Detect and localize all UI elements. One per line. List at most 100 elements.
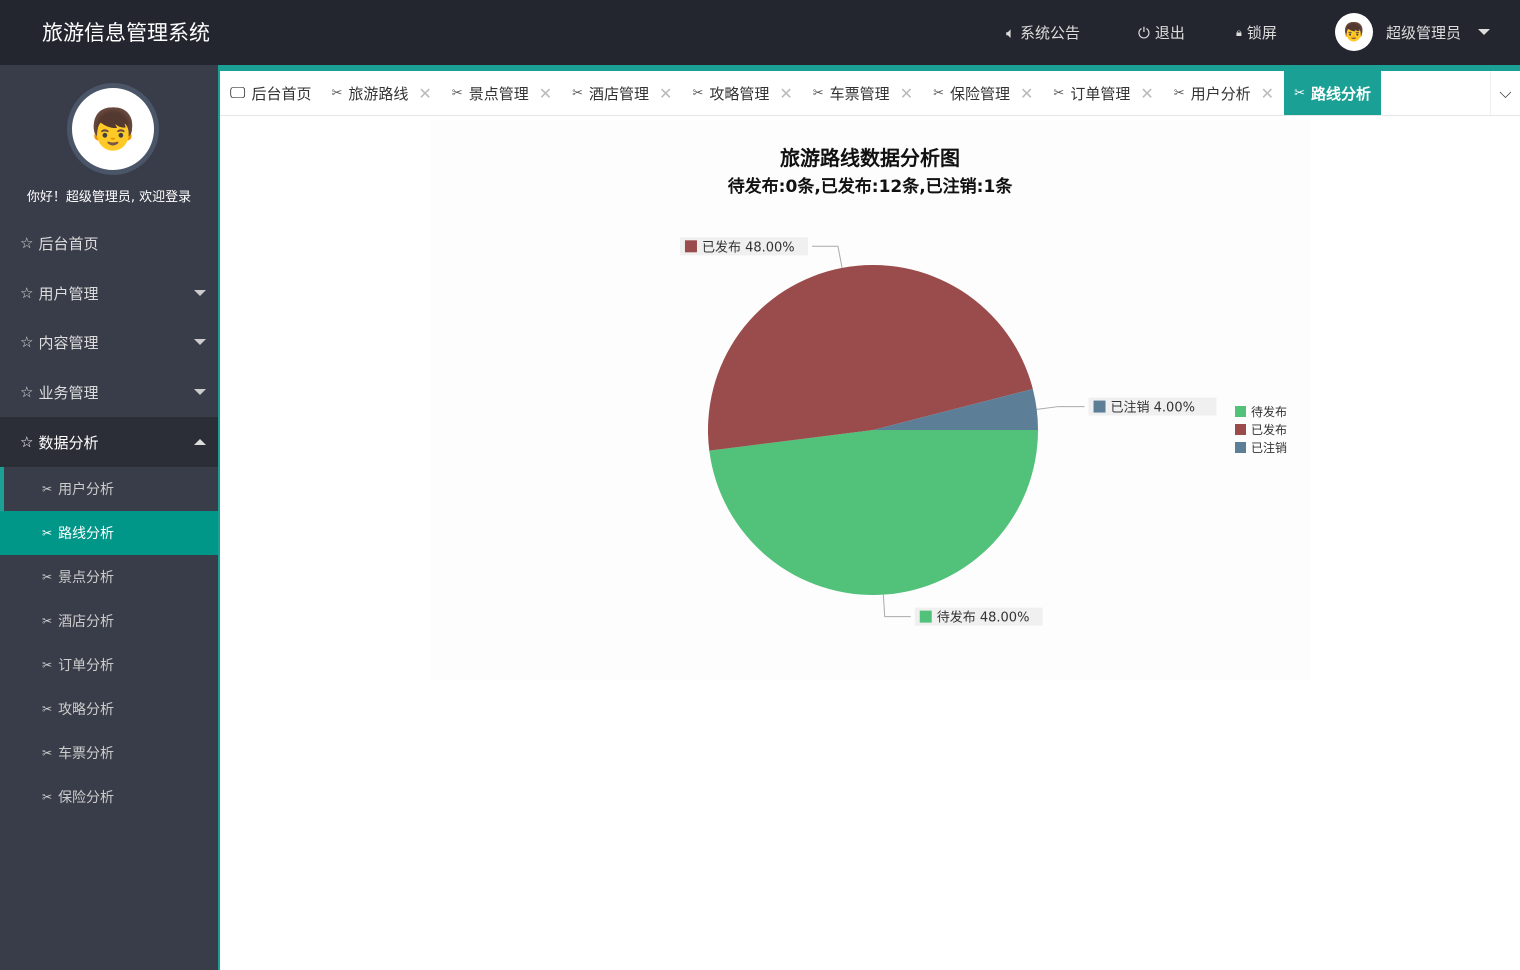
tab-hotel[interactable]: ✂ 酒店管理 ✕ (562, 71, 682, 115)
slice-label: 待发布 48.00% (937, 610, 1030, 626)
close-icon[interactable]: ✕ (659, 84, 672, 103)
tab-insurance[interactable]: ✂ 保险管理 ✕ (923, 71, 1043, 115)
close-icon[interactable]: ✕ (1020, 84, 1033, 103)
label-swatch (1093, 400, 1106, 413)
sidebar-subitem-insurance-analysis[interactable]: ✂ 保险分析 (0, 775, 218, 819)
label-leader-line (882, 594, 911, 618)
nav-label: 业务管理 (38, 383, 99, 402)
caret-up-icon (194, 439, 206, 445)
subnav-label: 保险分析 (58, 790, 115, 806)
tab-label: 后台首页 (251, 84, 312, 103)
top-header: 旅游信息管理系统 🔈︎ 系统公告 ⏻ 退出 🔒︎ 锁屏 👦 超级管理员 (0, 0, 1520, 65)
tools-icon: ✂ (692, 85, 704, 101)
slice-label: 已发布 48.00% (702, 239, 795, 255)
sidebar-item-users[interactable]: ☆ 用户管理 (0, 268, 218, 318)
lock-label: 锁屏 (1246, 24, 1277, 42)
subnav-label: 车票分析 (58, 746, 115, 762)
tab-routes[interactable]: ✂ 旅游路线 ✕ (321, 71, 441, 115)
lock-icon: 🔒︎ (1236, 25, 1242, 39)
user-menu[interactable]: 👦 超级管理员 (1335, 13, 1491, 51)
sidebar-subitem-ticket-analysis[interactable]: ✂ 车票分析 (0, 731, 218, 775)
sidebar-subitem-scenic-analysis[interactable]: ✂ 景点分析 (0, 555, 218, 599)
content-left-border (218, 65, 220, 970)
legend-swatch (1235, 442, 1246, 453)
sidebar-subitem-route-analysis[interactable]: ✂ 路线分析 (0, 511, 218, 555)
star-icon: ☆ (20, 234, 34, 252)
subnav-label: 攻略分析 (58, 702, 115, 718)
caret-down-icon (1478, 29, 1491, 35)
sidebar-item-home[interactable]: ☆ 后台首页 (0, 218, 218, 268)
sidebar-subitem-guide-analysis[interactable]: ✂ 攻略分析 (0, 687, 218, 731)
tab-label: 攻略管理 (709, 84, 770, 103)
close-icon[interactable]: ✕ (1261, 84, 1274, 103)
sidebar-subitem-user-analysis[interactable]: ✂ 用户分析 (4, 467, 218, 511)
logout-label: 退出 (1154, 24, 1185, 42)
tab-more-button[interactable]: ⌵ (1490, 71, 1520, 115)
avatar: 👦 (1335, 13, 1373, 51)
sidebar-item-analysis[interactable]: ☆ 数据分析 (0, 417, 218, 467)
tab-home[interactable]: 🖵 后台首页 (220, 71, 321, 115)
tab-scenic[interactable]: ✂ 景点管理 ✕ (442, 71, 562, 115)
caret-down-icon (194, 290, 206, 296)
tab-user-analysis[interactable]: ✂ 用户分析 ✕ (1164, 71, 1284, 115)
logout-button[interactable]: ⏻ 退出 (1138, 22, 1185, 43)
tools-icon: ✂ (42, 614, 53, 628)
power-icon: ⏻ (1138, 23, 1150, 42)
monitor-icon: 🖵 (230, 83, 246, 102)
notice-button[interactable]: 🔈︎ 系统公告 (1006, 22, 1080, 43)
caret-down-icon (194, 389, 206, 395)
tools-icon: ✂ (1294, 85, 1305, 101)
tab-label: 旅游路线 (348, 84, 409, 103)
close-icon[interactable]: ✕ (900, 84, 913, 103)
label-swatch (919, 610, 932, 623)
star-icon: ☆ (20, 333, 34, 351)
tab-label: 保险管理 (950, 84, 1011, 103)
lock-screen-button[interactable]: 🔒︎ 锁屏 (1236, 22, 1277, 43)
tab-ticket[interactable]: ✂ 车票管理 ✕ (803, 71, 923, 115)
label-leader-line (1036, 406, 1085, 410)
tools-icon: ✂ (1053, 85, 1065, 101)
tab-order[interactable]: ✂ 订单管理 ✕ (1043, 71, 1163, 115)
chart-panel: 旅游路线数据分析图 待发布:0条,已发布:12条,已注销:1条 待发布 48.0… (430, 120, 1310, 680)
close-icon[interactable]: ✕ (779, 84, 792, 103)
sidebar-subitem-order-analysis[interactable]: ✂ 订单分析 (0, 643, 218, 687)
star-icon: ☆ (20, 433, 34, 451)
tab-guide[interactable]: ✂ 攻略管理 ✕ (682, 71, 802, 115)
star-icon: ☆ (20, 284, 34, 302)
tools-icon: ✂ (572, 85, 584, 101)
close-icon[interactable]: ✕ (1140, 84, 1153, 103)
speaker-icon: 🔈︎ (1006, 23, 1016, 42)
sidebar-item-content[interactable]: ☆ 内容管理 (0, 317, 218, 367)
subnav-label: 景点分析 (58, 570, 115, 586)
sidebar-item-business[interactable]: ☆ 业务管理 (0, 367, 218, 417)
tab-route-analysis[interactable]: ✂ 路线分析 (1284, 71, 1381, 115)
sidebar: 👦 你好！超级管理员, 欢迎登录 ☆ 后台首页 ☆ 用户管理 ☆ 内容管理 ☆ 业务管理… (0, 65, 218, 970)
sidebar-subitem-hotel-analysis[interactable]: ✂ 酒店分析 (0, 599, 218, 643)
tab-label: 车票管理 (829, 84, 890, 103)
legend-label: 待发布 (1251, 404, 1287, 419)
app-title: 旅游信息管理系统 (42, 21, 210, 45)
tools-icon: ✂ (451, 85, 463, 101)
caret-down-icon (194, 339, 206, 345)
label-leader-line (811, 245, 843, 269)
close-icon[interactable]: ✕ (418, 84, 431, 103)
tools-icon: ✂ (42, 482, 53, 496)
chevron-down-icon: ⌵ (1499, 83, 1512, 102)
tools-icon: ✂ (331, 85, 343, 101)
tab-label: 订单管理 (1070, 84, 1131, 103)
legend-swatch (1235, 424, 1246, 435)
close-icon[interactable]: ✕ (539, 84, 552, 103)
subnav-label: 订单分析 (58, 658, 115, 674)
legend-label: 已注销 (1251, 440, 1287, 455)
tools-icon: ✂ (812, 85, 824, 101)
tools-icon: ✂ (42, 746, 53, 760)
pie-slice (709, 430, 1038, 595)
subnav-label: 路线分析 (58, 526, 115, 542)
tools-icon: ✂ (42, 702, 53, 716)
star-icon: ☆ (20, 383, 34, 401)
notice-label: 系统公告 (1020, 24, 1081, 42)
tab-label: 酒店管理 (589, 84, 650, 103)
slice-label: 已注销 4.00% (1111, 401, 1195, 416)
tools-icon: ✂ (1173, 85, 1185, 101)
legend-swatch (1235, 406, 1246, 417)
